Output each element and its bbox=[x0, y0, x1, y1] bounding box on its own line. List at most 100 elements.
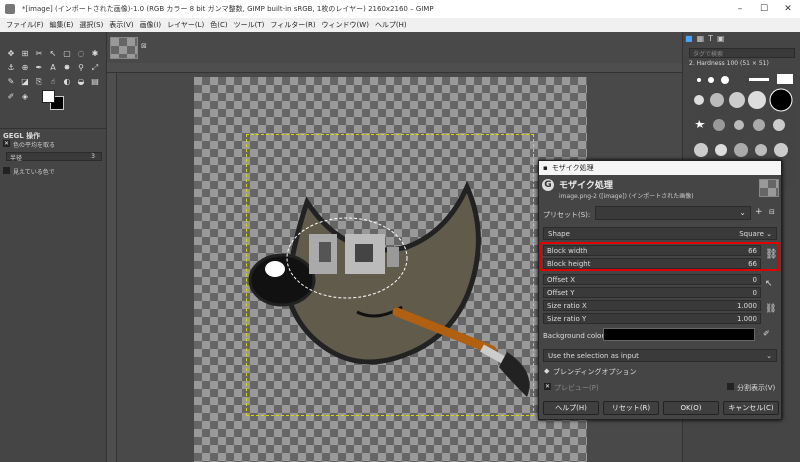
clone-tool-icon[interactable]: ⎘ bbox=[33, 76, 45, 88]
fuzzy-select-icon[interactable]: ✱ bbox=[89, 47, 101, 59]
menu-layer[interactable]: レイヤー(L) bbox=[167, 20, 204, 30]
gimp-app-icon bbox=[5, 4, 15, 14]
offset-x-value: 0 bbox=[752, 275, 757, 284]
align-tool-icon[interactable]: ⊞ bbox=[19, 47, 31, 59]
radius-field[interactable]: 半径 3 bbox=[6, 152, 102, 162]
bucket-fill-icon[interactable]: ◒ bbox=[75, 76, 87, 88]
toolbox: ✥ ⊞ ✂ ↖ ▢ ◌ ✱ ⚓ ⊕ ✒ A ✸ ⚲ ⤢ ✎ ◪ ⎘ ☝ ◐ ◒ ▤ ✐ ◈ GEGL 操作 ✕ 色の平… bbox=[0, 32, 107, 462]
size-ratio-x-field[interactable]: Size ratio X 1.000 bbox=[543, 300, 761, 311]
smudge-tool-icon[interactable]: ☝ bbox=[47, 76, 59, 88]
patterns-tab-icon[interactable]: ▦ bbox=[697, 34, 705, 43]
color-picker-icon[interactable]: ✐ bbox=[5, 90, 17, 102]
tag-search-input[interactable]: タグで検索 bbox=[689, 48, 795, 58]
menu-windows[interactable]: ウィンドウ(W) bbox=[322, 20, 369, 30]
gegl-logo-icon: G bbox=[542, 179, 554, 191]
free-select-icon[interactable]: ◌ bbox=[75, 47, 87, 59]
blend-tool-icon[interactable]: ◈ bbox=[19, 90, 31, 102]
radius-label: 半径 bbox=[10, 155, 23, 162]
menu-view[interactable]: 表示(V) bbox=[109, 20, 133, 30]
menu-file[interactable]: ファイル(F) bbox=[6, 20, 44, 30]
measure-tool-icon[interactable]: ⤢ bbox=[89, 62, 101, 74]
eyedropper-icon[interactable]: ✐ bbox=[763, 329, 770, 338]
brushes-tab-icon[interactable]: ■ bbox=[685, 34, 693, 43]
bg-color-button[interactable] bbox=[603, 328, 755, 341]
add-preset-icon[interactable]: + bbox=[755, 207, 763, 217]
size-ratio-x-value: 1.000 bbox=[736, 301, 757, 310]
average-label: 色の平均を取る bbox=[13, 142, 56, 149]
fonts-tab-icon[interactable]: T bbox=[708, 34, 713, 43]
preview-label: プレビュー(P) bbox=[554, 384, 599, 392]
offset-y-value: 0 bbox=[752, 288, 757, 297]
transform-tool-icon[interactable]: ↖ bbox=[47, 47, 59, 59]
dialog-header: モザイク処理 bbox=[559, 181, 613, 191]
brush-name-label: 2. Hardness 100 (51 × 51) bbox=[689, 60, 769, 67]
average-checkbox[interactable]: ✕ bbox=[3, 140, 10, 147]
menu-tools[interactable]: ツール(T) bbox=[234, 20, 265, 30]
blending-expander-icon[interactable]: ◆ bbox=[544, 367, 549, 375]
menu-select[interactable]: 選択(S) bbox=[79, 20, 103, 30]
menu-edit[interactable]: 編集(E) bbox=[50, 20, 74, 30]
close-icon[interactable]: ✕ bbox=[776, 0, 800, 18]
move-tool-icon[interactable]: ✥ bbox=[5, 47, 17, 59]
chevron-down-icon: ⌄ bbox=[766, 229, 772, 238]
reset-button[interactable]: リセット(R) bbox=[603, 401, 659, 415]
preset-menu-icon[interactable]: ⊟ bbox=[769, 208, 775, 216]
paintbrush-tool-icon[interactable]: ✎ bbox=[5, 76, 17, 88]
offset-x-field[interactable]: Offset X 0 bbox=[543, 274, 761, 285]
minimize-icon[interactable]: – bbox=[728, 0, 752, 18]
dialog-preview-thumbnail bbox=[759, 179, 779, 197]
size-ratio-x-label: Size ratio X bbox=[547, 301, 587, 310]
offset-y-label: Offset Y bbox=[547, 288, 575, 297]
dock-tabs: ■ ▦ T ▣ bbox=[685, 34, 725, 43]
warp-tool-icon[interactable]: ⚓ bbox=[5, 61, 17, 73]
menu-image[interactable]: 画像(I) bbox=[140, 20, 162, 30]
gradient-tool-icon[interactable]: ▤ bbox=[89, 76, 101, 88]
menu-help[interactable]: ヘルプ(H) bbox=[375, 20, 407, 30]
blending-options-label[interactable]: ブレンディングオプション bbox=[553, 367, 637, 377]
menu-filters[interactable]: フィルター(R) bbox=[270, 20, 315, 30]
vertical-ruler bbox=[107, 73, 117, 462]
document-history-tab-icon[interactable]: ▣ bbox=[717, 34, 725, 43]
foreground-select-icon[interactable]: ✸ bbox=[61, 61, 73, 73]
split-view-checkbox[interactable] bbox=[727, 383, 734, 390]
tab-close-icon[interactable]: ⊠ bbox=[141, 42, 147, 50]
size-ratio-y-label: Size ratio Y bbox=[547, 314, 587, 323]
offset-y-field[interactable]: Offset Y 0 bbox=[543, 287, 761, 298]
highlight-box bbox=[539, 242, 779, 271]
chevron-down-icon: ⌄ bbox=[739, 208, 746, 217]
preset-select[interactable]: ⌄ bbox=[595, 206, 751, 220]
pointer-pick-icon[interactable]: ↖ bbox=[765, 279, 773, 289]
crop-tool-icon[interactable]: ✂ bbox=[33, 47, 45, 59]
help-button[interactable]: ヘルプ(H) bbox=[543, 401, 599, 415]
ok-button[interactable]: OK(O) bbox=[663, 401, 719, 415]
fg-color-swatch[interactable] bbox=[42, 90, 55, 103]
image-tab-thumbnail[interactable] bbox=[110, 37, 138, 59]
mosaic-dialog: ▪ モザイク処理 G モザイク処理 image.png-2 ([image]) … bbox=[538, 160, 782, 420]
bg-color-label: Background color bbox=[543, 332, 605, 340]
preset-label: プリセット(S): bbox=[543, 211, 591, 219]
size-ratio-y-field[interactable]: Size ratio Y 1.000 bbox=[543, 313, 761, 324]
window-title: *[image] (インポートされた画像)-1.0 (RGB カラー 8 bit… bbox=[22, 5, 434, 13]
text-tool-icon[interactable]: A bbox=[47, 61, 59, 73]
preview-checkbox[interactable]: ✕ bbox=[544, 383, 551, 390]
rect-select-icon[interactable]: ▢ bbox=[61, 47, 73, 59]
maximize-icon[interactable]: ☐ bbox=[752, 0, 776, 18]
dodge-tool-icon[interactable]: ◐ bbox=[61, 76, 73, 88]
paths-tool-icon[interactable]: ✒ bbox=[33, 61, 45, 73]
cancel-button[interactable]: キャンセル(C) bbox=[723, 401, 779, 415]
menu-colors[interactable]: 色(C) bbox=[210, 20, 227, 30]
eraser-tool-icon[interactable]: ◪ bbox=[19, 76, 31, 88]
shape-value: Square bbox=[739, 229, 764, 238]
ratio-chain-icon[interactable]: ⛓ bbox=[765, 304, 776, 314]
radius-value: 3 bbox=[91, 153, 95, 160]
split-view-label: 分割表示(V) bbox=[737, 384, 776, 392]
offset-x-label: Offset X bbox=[547, 275, 576, 284]
wilber-mascot-image bbox=[248, 180, 530, 397]
dialog-subheader: image.png-2 ([image]) (インポートされた画像) bbox=[559, 193, 694, 200]
dialog-titlebar: ▪ モザイク処理 bbox=[539, 161, 781, 175]
unified-transform-icon[interactable]: ⊕ bbox=[19, 61, 31, 73]
visible-checkbox[interactable] bbox=[3, 167, 10, 174]
selection-input-select[interactable]: Use the selection as input ⌄ bbox=[543, 349, 777, 362]
zoom-tool-icon[interactable]: ⚲ bbox=[75, 61, 87, 73]
shape-select[interactable]: Shape Square ⌄ bbox=[543, 227, 777, 240]
